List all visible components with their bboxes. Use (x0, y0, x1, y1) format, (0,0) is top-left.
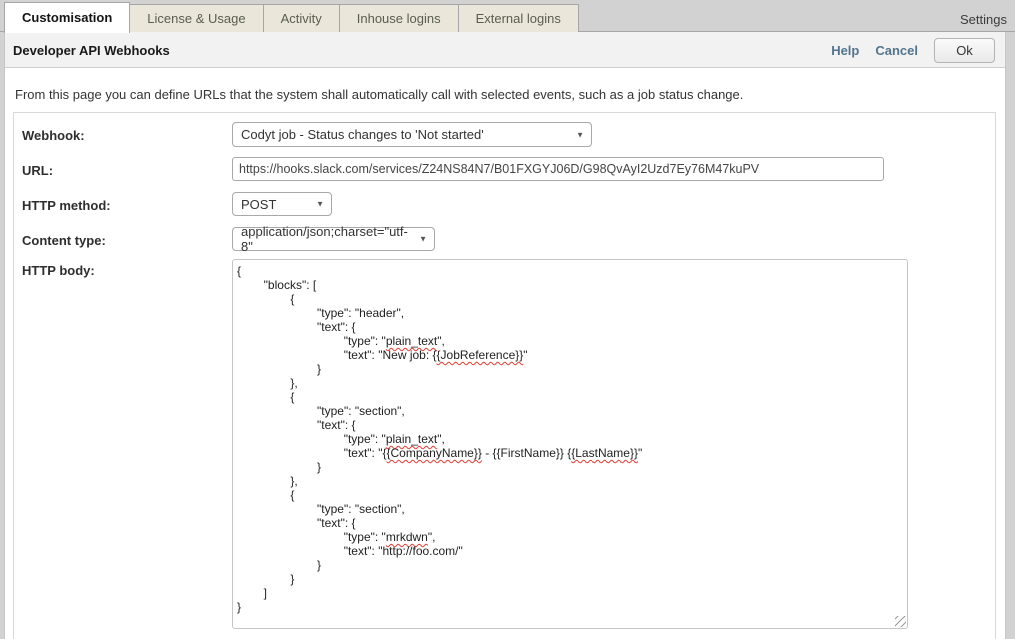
http-method-select-value: POST (241, 197, 276, 212)
tab-strip: Customisation License & Usage Activity I… (0, 0, 1015, 32)
main-panel: Developer API Webhooks Help Cancel Ok Fr… (4, 32, 1006, 639)
webhook-select[interactable]: Codyt job - Status changes to 'Not start… (232, 122, 592, 147)
content-type-select-value: application/json;charset="utf-8" (241, 224, 412, 254)
help-link[interactable]: Help (831, 43, 859, 58)
tab-external-logins[interactable]: External logins (458, 4, 579, 32)
header-bar: Developer API Webhooks Help Cancel Ok (5, 32, 1005, 68)
page-description: From this page you can define URLs that … (15, 87, 993, 102)
tab-license-usage[interactable]: License & Usage (129, 4, 263, 32)
http-method-select[interactable]: POST ▼ (232, 192, 332, 216)
chevron-down-icon: ▼ (316, 200, 324, 209)
tab-list: Customisation License & Usage Activity I… (4, 2, 579, 32)
http-body-code: { "blocks": [ { "type": "header", "text"… (233, 260, 907, 614)
chevron-down-icon: ▼ (419, 235, 427, 244)
url-label: URL: (22, 163, 53, 178)
url-input[interactable] (232, 157, 884, 181)
tab-inhouse-logins[interactable]: Inhouse logins (339, 4, 459, 32)
chevron-down-icon: ▼ (576, 130, 584, 139)
http-body-label: HTTP body: (22, 263, 95, 278)
webhook-form-panel: Webhook: Codyt job - Status changes to '… (13, 112, 996, 639)
cancel-link[interactable]: Cancel (875, 43, 918, 58)
header-actions: Help Cancel Ok (831, 32, 995, 68)
tab-customisation[interactable]: Customisation (4, 2, 130, 33)
webhook-select-value: Codyt job - Status changes to 'Not start… (241, 127, 484, 142)
resize-grip-icon[interactable] (895, 616, 906, 627)
http-body-textarea[interactable]: { "blocks": [ { "type": "header", "text"… (232, 259, 908, 629)
page-title: Developer API Webhooks (13, 43, 170, 58)
content-type-label: Content type: (22, 233, 106, 248)
tab-activity[interactable]: Activity (263, 4, 340, 32)
content-type-select[interactable]: application/json;charset="utf-8" ▼ (232, 227, 435, 251)
webhook-label: Webhook: (22, 128, 85, 143)
settings-link[interactable]: Settings (960, 12, 1007, 27)
ok-button[interactable]: Ok (934, 38, 995, 63)
http-method-label: HTTP method: (22, 198, 111, 213)
